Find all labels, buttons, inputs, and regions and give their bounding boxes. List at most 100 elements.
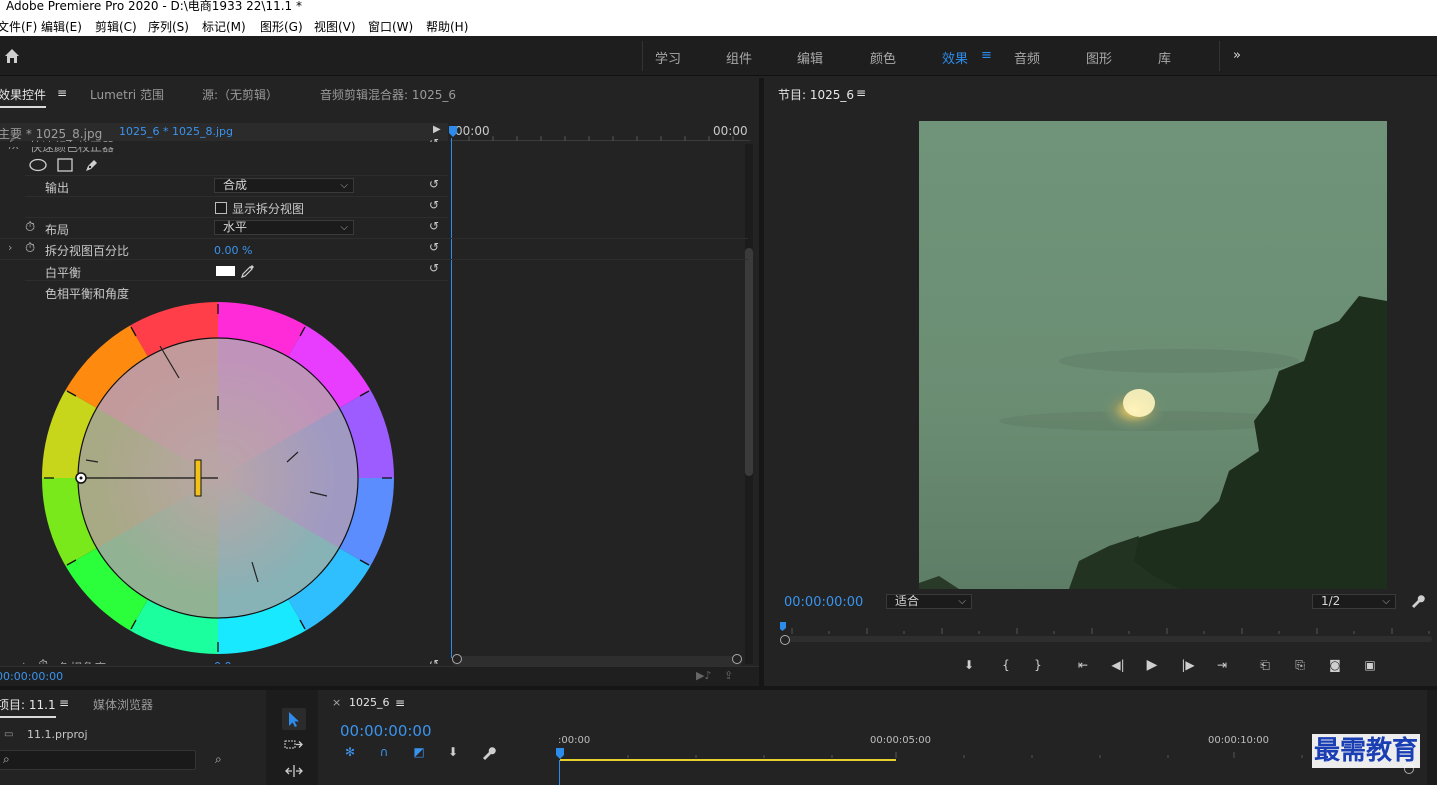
- reset-split-pct-icon[interactable]: ↺: [429, 241, 441, 253]
- timeline-timecode[interactable]: 00:00:00:00: [340, 722, 432, 740]
- project-search-input[interactable]: [0, 750, 196, 770]
- tab-audio-clip-mixer[interactable]: 音频剪辑混合器: 1025_6: [320, 86, 456, 103]
- playback-resolution-dropdown[interactable]: 1/2 ⌵: [1312, 594, 1396, 609]
- mini-timeline-zoom-bar[interactable]: [452, 656, 742, 666]
- workspace-graphics[interactable]: 图形: [1086, 48, 1112, 67]
- timeline-playhead-icon[interactable]: [555, 748, 565, 762]
- menu-graphics[interactable]: 图形(G): [260, 18, 303, 35]
- step-forward-icon[interactable]: |▶: [1180, 658, 1196, 672]
- workspace-menu-icon[interactable]: ≡: [981, 48, 992, 63]
- timeline-settings-wrench-icon[interactable]: [480, 745, 496, 761]
- selection-tool-icon[interactable]: [286, 710, 302, 728]
- go-to-out-icon[interactable]: ⇥: [1213, 658, 1231, 672]
- step-back-icon[interactable]: ◀|: [1110, 658, 1126, 672]
- reset-white-balance-icon[interactable]: ↺: [429, 262, 441, 274]
- menu-help[interactable]: 帮助(H): [426, 18, 468, 35]
- workspace-effects[interactable]: 效果: [942, 48, 968, 67]
- mini-playhead-line: [451, 138, 452, 658]
- program-timecode[interactable]: 00:00:00:00: [784, 595, 863, 610]
- timeline-playhead-line: [559, 760, 560, 785]
- zoom-handle-right[interactable]: [732, 654, 742, 664]
- export-frame-camera-icon[interactable]: ◙: [1327, 658, 1343, 672]
- workspace-color[interactable]: 颜色: [870, 48, 896, 67]
- expand-split-pct-icon[interactable]: ›: [8, 241, 12, 254]
- new-search-bin-icon[interactable]: ⌕: [215, 752, 222, 767]
- extract-icon[interactable]: ⎘: [1291, 658, 1309, 672]
- project-file-name: 11.1.prproj: [27, 728, 88, 741]
- reset-layout-icon[interactable]: ↺: [429, 220, 441, 232]
- home-icon[interactable]: [3, 47, 21, 65]
- timeline-menu-icon[interactable]: ≡: [395, 696, 405, 710]
- more-workspaces-icon[interactable]: »: [1233, 48, 1241, 63]
- effect-controls-timecode[interactable]: 00:00:00:00: [0, 670, 63, 683]
- menu-sequence[interactable]: 序列(S): [148, 18, 189, 35]
- menu-marker[interactable]: 标记(M): [202, 18, 246, 35]
- workspace-libraries[interactable]: 库: [1158, 48, 1171, 67]
- filter-property-icon[interactable]: ▶♪: [696, 669, 711, 682]
- split-pct-stopwatch-icon[interactable]: ⏱: [25, 241, 35, 256]
- timeline-ruler-ticks[interactable]: [558, 748, 1437, 762]
- zoom-level-dropdown[interactable]: 适合 ⌵: [886, 594, 972, 609]
- tab-effect-controls[interactable]: 效果控件: [0, 86, 47, 108]
- menu-view[interactable]: 视图(V): [314, 18, 356, 35]
- program-monitor-title[interactable]: 节目: 1025_6: [778, 86, 854, 103]
- program-video-frame: [919, 121, 1387, 589]
- tab-source[interactable]: 源:（无剪辑）: [202, 86, 278, 103]
- program-menu-icon[interactable]: ≡: [856, 86, 866, 100]
- white-balance-label: 白平衡: [45, 266, 82, 280]
- workspace-audio[interactable]: 音频: [1014, 48, 1040, 67]
- tab-project[interactable]: 项目: 11.1: [0, 696, 56, 718]
- panel-menu-icon[interactable]: ≡: [57, 86, 67, 100]
- white-balance-swatch[interactable]: [216, 266, 235, 276]
- timeline-add-marker-icon[interactable]: ⬇: [445, 745, 461, 759]
- split-pct-value[interactable]: 0.00 %: [214, 244, 252, 257]
- tab-media-browser[interactable]: 媒体浏览器: [93, 696, 153, 713]
- play-only-audio-icon[interactable]: ▶: [433, 124, 441, 135]
- hue-balance-color-wheel[interactable]: [40, 300, 396, 656]
- menu-file[interactable]: 文件(F): [0, 18, 37, 35]
- pen-mask-icon[interactable]: [83, 157, 99, 173]
- workspace-assembly[interactable]: 组件: [726, 48, 752, 67]
- linked-selection-icon[interactable]: ◩: [411, 745, 427, 759]
- program-zoom-handle[interactable]: [780, 635, 790, 645]
- program-time-ruler[interactable]: [780, 620, 1432, 642]
- workspace-learn[interactable]: 学习: [655, 48, 681, 67]
- mark-out-icon[interactable]: }: [1030, 658, 1046, 672]
- rectangle-mask-icon[interactable]: [57, 158, 73, 172]
- reset-split-view-icon[interactable]: ↺: [429, 199, 441, 211]
- timeline-tab[interactable]: 1025_6: [349, 696, 390, 709]
- split-view-checkbox[interactable]: [215, 202, 227, 214]
- layout-label: 布局: [45, 223, 70, 237]
- lift-icon[interactable]: ⎗: [1256, 658, 1274, 672]
- project-menu-icon[interactable]: ≡: [59, 696, 69, 710]
- sequence-clip-label[interactable]: 1025_6 * 1025_8.jpg: [119, 125, 233, 138]
- project-file-icon: ▭: [4, 729, 14, 740]
- close-timeline-tab-icon[interactable]: ×: [332, 696, 341, 709]
- menu-clip[interactable]: 剪辑(C): [95, 18, 137, 35]
- mark-in-icon[interactable]: {: [998, 658, 1014, 672]
- effects-scrollbar-thumb[interactable]: [745, 248, 753, 476]
- layout-stopwatch-icon[interactable]: ⏱: [25, 220, 35, 235]
- export-icon[interactable]: ⇪: [724, 669, 733, 682]
- reset-output-icon[interactable]: ↺: [429, 178, 441, 190]
- eyedropper-icon[interactable]: [240, 263, 256, 279]
- workspace-editing[interactable]: 编辑: [797, 48, 823, 67]
- settings-wrench-icon[interactable]: [1409, 593, 1425, 609]
- output-dropdown[interactable]: 合成 ⌵: [214, 178, 354, 193]
- timeline-panel: × 1025_6 ≡ 00:00:00:00 ✻ ∩ ◩ ⬇ :00:00 00…: [318, 690, 1437, 785]
- comparison-view-icon[interactable]: ▣: [1361, 658, 1379, 672]
- menu-window[interactable]: 窗口(W): [368, 18, 413, 35]
- nest-sequence-icon[interactable]: ✻: [342, 745, 358, 759]
- snap-magnet-icon[interactable]: ∩: [376, 745, 392, 759]
- menu-edit[interactable]: 编辑(E): [41, 18, 82, 35]
- ripple-edit-tool-icon[interactable]: [284, 764, 304, 778]
- play-icon[interactable]: ▶: [1144, 658, 1160, 672]
- layout-dropdown[interactable]: 水平 ⌵: [214, 220, 354, 235]
- ellipse-mask-icon[interactable]: [29, 158, 47, 172]
- add-marker-icon[interactable]: ⬇: [961, 658, 977, 672]
- ruler-label-5: 00:00:05:00: [870, 735, 932, 746]
- go-to-in-icon[interactable]: ⇤: [1074, 658, 1092, 672]
- tab-lumetri-scopes[interactable]: Lumetri 范围: [90, 86, 164, 103]
- zoom-handle-left[interactable]: [452, 654, 462, 664]
- track-select-tool-icon[interactable]: [284, 738, 304, 752]
